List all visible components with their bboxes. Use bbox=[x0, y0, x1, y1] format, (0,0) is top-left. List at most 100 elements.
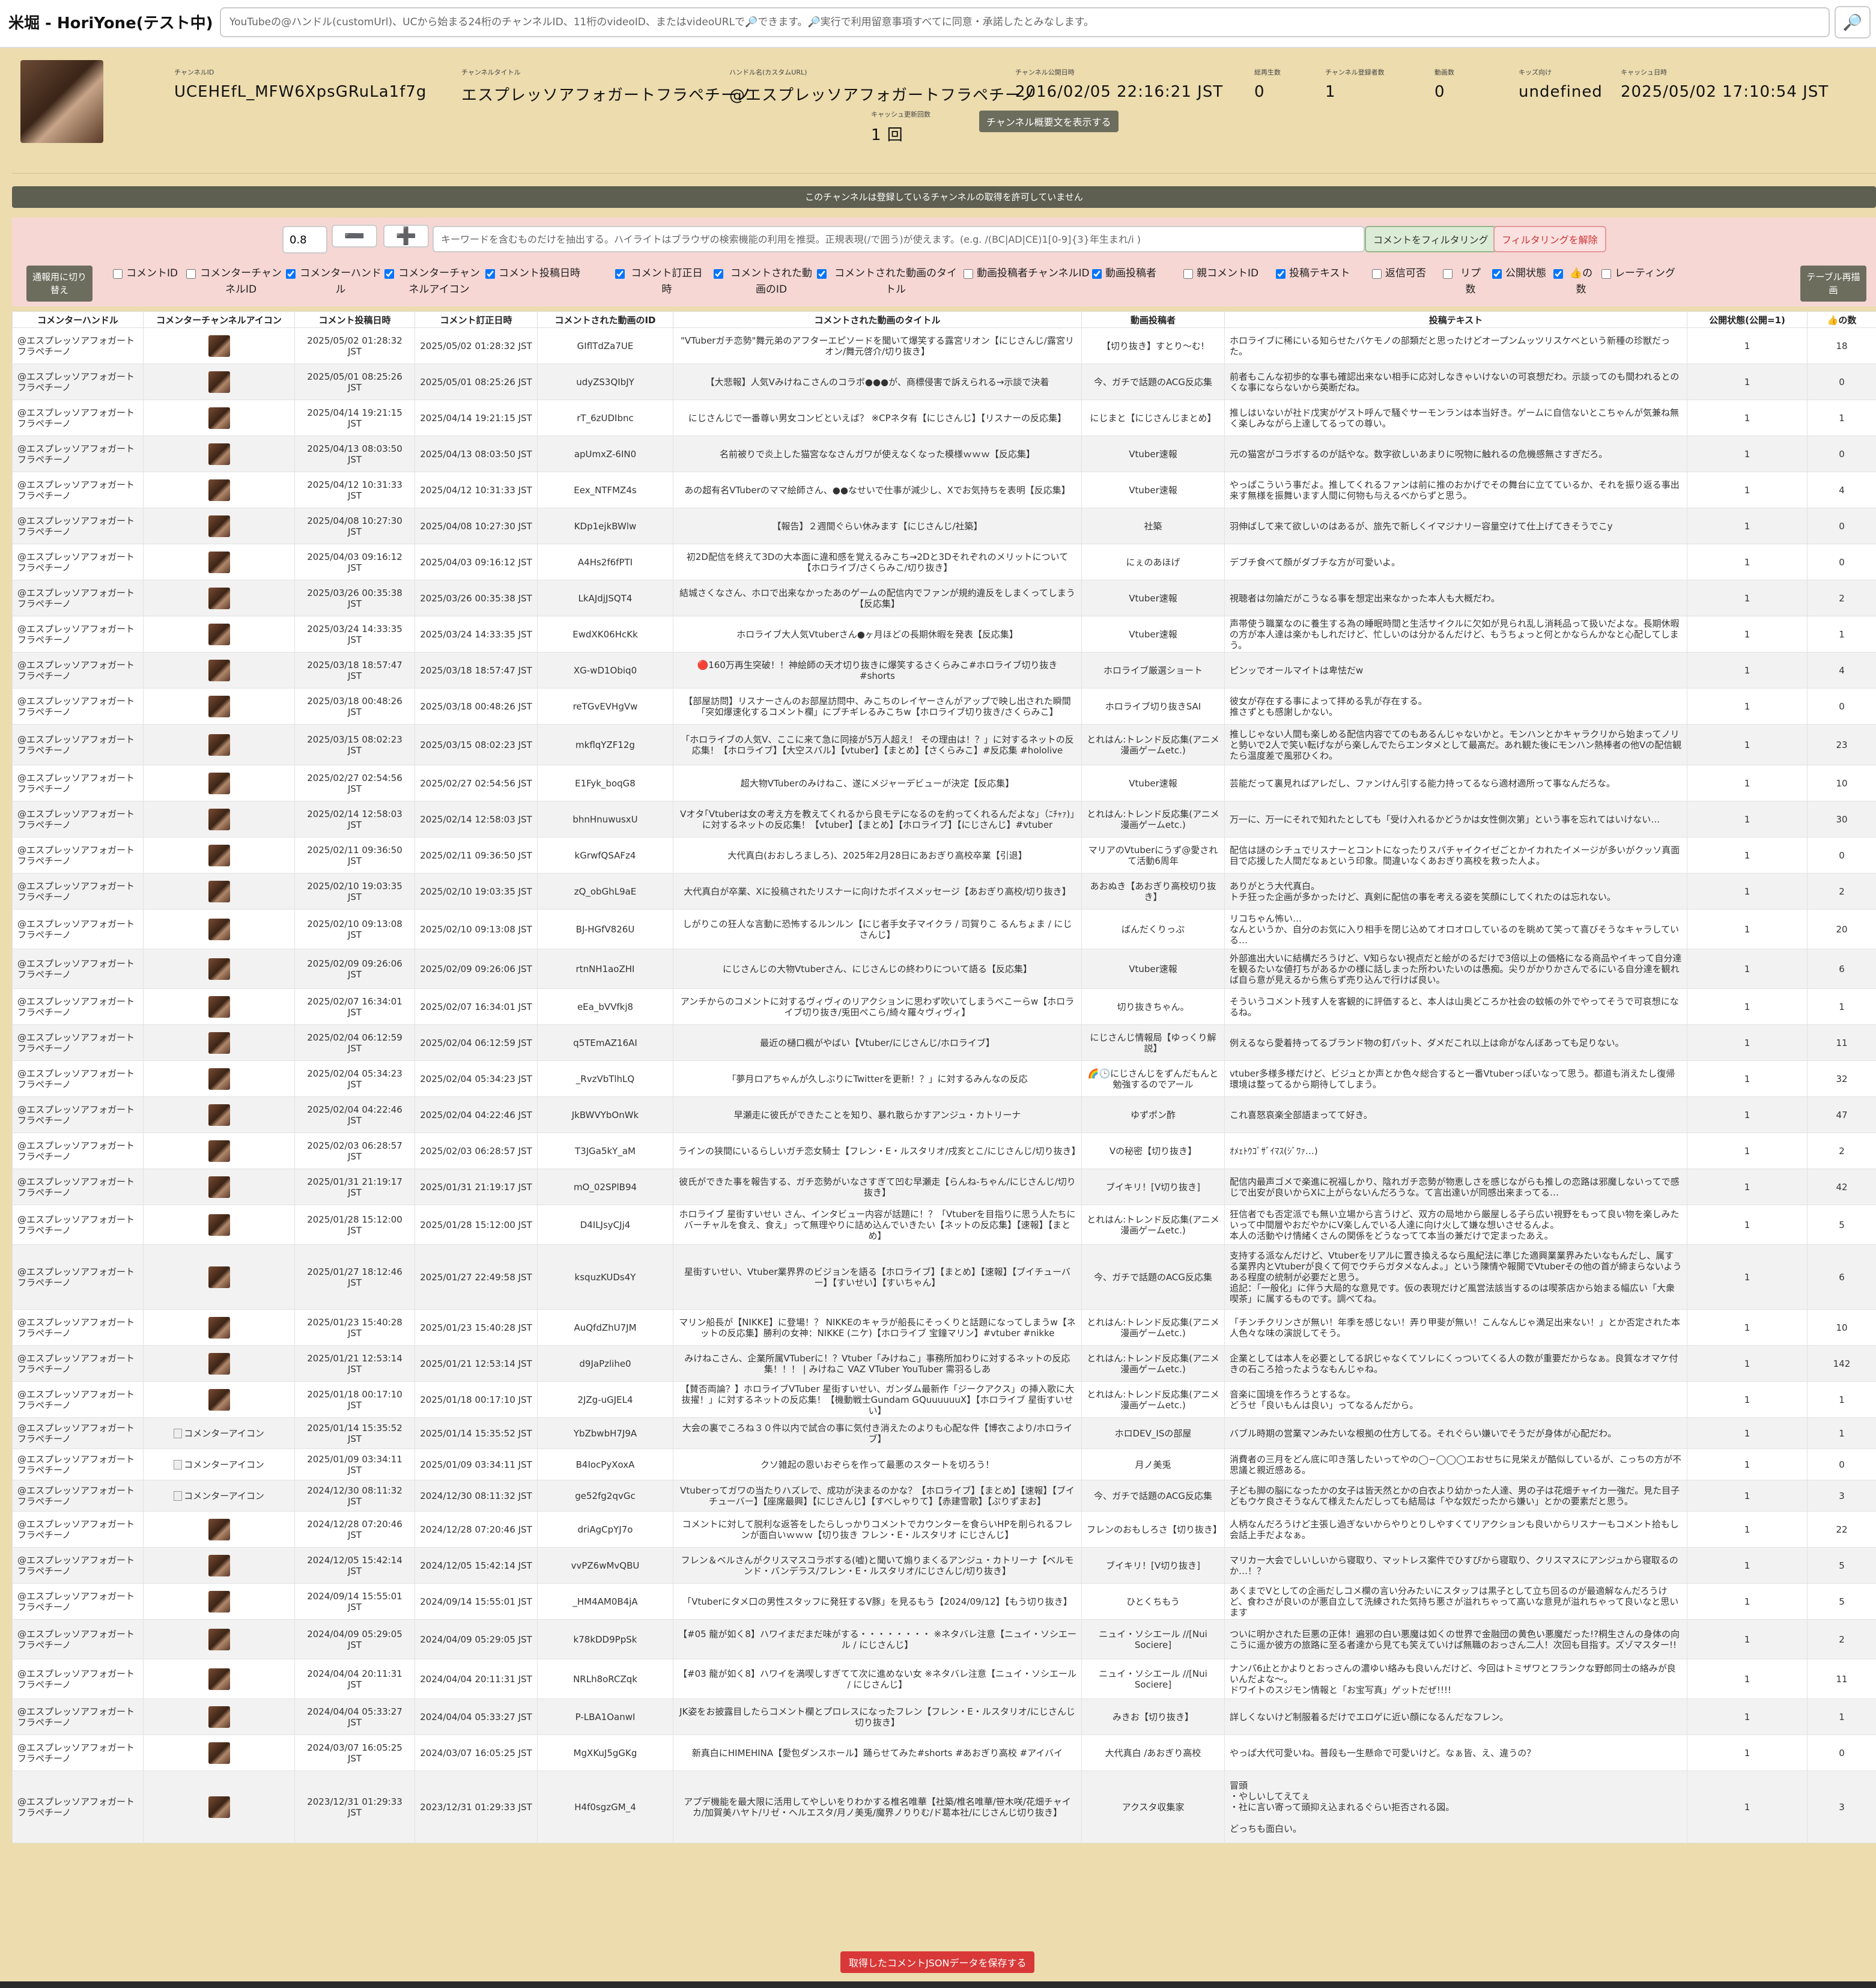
commenter-avatar-icon bbox=[208, 1316, 230, 1339]
column-toggle-checkbox[interactable] bbox=[1372, 269, 1382, 279]
column-toggle-checkbox[interactable] bbox=[1492, 269, 1502, 279]
column-toggle[interactable]: コメンターチャンネルID bbox=[186, 266, 282, 304]
public-status-cell: 1 bbox=[1687, 400, 1808, 436]
column-toggle[interactable]: 動画投稿者チャンネルID bbox=[964, 266, 1090, 304]
header-commenter-icon[interactable]: コメンターチャンネルアイコン bbox=[143, 311, 295, 328]
filter-comments-button[interactable]: コメントをフィルタリング bbox=[1365, 226, 1497, 252]
like-count-cell: 2 bbox=[1807, 1619, 1876, 1659]
channel-published-label: チャンネル公開日時 bbox=[1015, 68, 1075, 76]
commenter-icon-cell bbox=[143, 327, 295, 364]
channel-title-label: チャンネルタイトル bbox=[461, 68, 521, 76]
column-toggle-label: コメント訂正日時 bbox=[631, 267, 703, 296]
header-video-title[interactable]: コメントされた動画のタイトル bbox=[673, 311, 1082, 328]
uploader-cell: ひとくちもう bbox=[1081, 1583, 1225, 1620]
keyword-filter-input[interactable] bbox=[433, 226, 1365, 252]
commenter-avatar-icon bbox=[208, 335, 230, 357]
search-button[interactable]: 🔎 bbox=[1835, 6, 1871, 38]
column-toggle-checkbox[interactable] bbox=[964, 269, 973, 279]
video-title-cell: マリン船長が【NIKKE】に登場！？ NIKKEのキャラが船長にそっくりと話題に… bbox=[673, 1309, 1082, 1346]
comment-text-cell: ナンパ6止とかよりとおっさんの濃ゆい絡みも良いんだけど、今回はトミザワとフランク… bbox=[1224, 1659, 1687, 1699]
table-row: @エスプレッソアフォガートフラペチーノ 2025/01/31 21:19:17 J… bbox=[12, 1169, 1876, 1205]
column-toggle[interactable]: コメントされた動画のタイトル bbox=[817, 266, 961, 304]
column-toggle-label: 公開状態 bbox=[1505, 267, 1546, 279]
column-toggle-checkbox[interactable] bbox=[714, 269, 723, 279]
column-toggle-checkbox[interactable] bbox=[817, 269, 827, 279]
column-toggle[interactable]: コメント投稿日時 bbox=[485, 266, 606, 304]
column-toggle[interactable]: 投稿テキスト bbox=[1276, 266, 1366, 304]
show-summary-button[interactable]: チャンネル概要文を表示する bbox=[979, 111, 1119, 132]
redraw-table-button[interactable]: テーブル再描画 bbox=[1800, 266, 1866, 302]
ratio-input[interactable] bbox=[282, 226, 327, 254]
column-toggle[interactable]: コメンターハンドル bbox=[286, 266, 382, 304]
header-public-status[interactable]: 公開状態(公開=1) bbox=[1687, 311, 1808, 328]
column-toggle-checkbox[interactable] bbox=[186, 269, 196, 279]
header-commenter-handle[interactable]: コメンターハンドル bbox=[12, 311, 144, 328]
channel-published-value: 2016/02/05 22:16:21 JST bbox=[1015, 83, 1224, 101]
video-id-cell: 2JZg-uGJEL4 bbox=[537, 1381, 673, 1418]
commenter-icon-cell bbox=[143, 580, 295, 616]
like-count-cell: 1 bbox=[1807, 400, 1876, 436]
notice-bar: このチャンネルは登録しているチャンネルの取得を許可していません bbox=[12, 186, 1876, 208]
search-input[interactable] bbox=[220, 7, 1830, 37]
posted-date-cell: 2025/02/03 06:28:57 JST bbox=[294, 1132, 415, 1169]
column-toggle-checkbox[interactable] bbox=[1601, 269, 1611, 279]
comment-text-cell: 子ども脚の脳になったかの女子は皆天然とかの白衣より幼かった人達、男の子は花畑チャ… bbox=[1224, 1480, 1687, 1512]
channel-id-block: チャンネルID UCEHEfL_MFW6XpsGRuLa1f7g bbox=[174, 67, 427, 101]
commenter-handle-cell: @エスプレッソアフォガートフラペチーノ bbox=[12, 1309, 144, 1346]
posted-date-cell: 2025/02/07 16:34:01 JST bbox=[294, 988, 415, 1025]
column-toggle[interactable]: 👍の数 bbox=[1553, 266, 1595, 304]
video-title-cell: 【#05 龍が如く8】ハワイまだまだ味がする・・・・・・・・ ※ネタバレ注意【ニ… bbox=[673, 1619, 1082, 1659]
column-toggle[interactable]: 返信可否 bbox=[1372, 266, 1438, 304]
column-toggle[interactable]: コメントされた動画のID bbox=[714, 266, 816, 304]
filter-panel: ➖ ➕ コメントをフィルタリング フィルタリングを解除 通報用に切り替え コメン… bbox=[12, 217, 1876, 306]
zoom-in-button[interactable]: ➕ bbox=[383, 225, 429, 248]
column-toggle[interactable]: レーティング bbox=[1601, 266, 1680, 304]
column-toggle-checkbox[interactable] bbox=[485, 269, 495, 279]
column-toggle[interactable]: コメントID bbox=[113, 266, 179, 304]
column-toggle[interactable]: 公開状態 bbox=[1492, 266, 1546, 304]
commenter-icon-cell bbox=[143, 873, 295, 910]
zoom-out-button[interactable]: ➖ bbox=[332, 225, 377, 248]
report-mode-button[interactable]: 通報用に切り替え bbox=[26, 266, 93, 302]
video-id-cell: mO_02SPlB94 bbox=[537, 1169, 673, 1205]
header-uploader[interactable]: 動画投稿者 bbox=[1081, 311, 1225, 328]
posted-date-cell: 2025/04/13 08:03:50 JST bbox=[294, 436, 415, 472]
header-like-count[interactable]: 👍の数 bbox=[1807, 311, 1876, 328]
header-posted-date[interactable]: コメント投稿日時 bbox=[294, 311, 415, 328]
column-toggle-checkbox[interactable] bbox=[615, 269, 625, 279]
column-toggle-checkbox[interactable] bbox=[1092, 269, 1102, 279]
column-toggle-checkbox[interactable] bbox=[113, 269, 123, 279]
commenter-avatar-icon bbox=[208, 1590, 230, 1613]
column-toggle[interactable]: 親コメントID bbox=[1183, 266, 1267, 304]
header-comment-text[interactable]: 投稿テキスト bbox=[1224, 311, 1687, 328]
posted-date-cell: 2025/01/27 18:12:46 JST bbox=[294, 1244, 415, 1310]
comment-text-cell: 芸能だって裏見ればアレだし、ファンけん引する能力持ってるなら適材適所って事なんだ… bbox=[1224, 765, 1687, 801]
column-toggle[interactable]: コメンターチャンネルアイコン bbox=[384, 266, 481, 304]
comment-text-cell: デブチ食べて顔がダブチな方が可愛いよ。 bbox=[1224, 544, 1687, 580]
public-status-cell: 1 bbox=[1687, 1511, 1808, 1548]
header-video-id[interactable]: コメントされた動画のID bbox=[537, 311, 673, 328]
uploader-cell: ばんだくりっぷ bbox=[1081, 909, 1225, 949]
commenter-icon-cell bbox=[143, 1698, 295, 1735]
column-toggle-checkbox[interactable] bbox=[1183, 269, 1193, 279]
column-toggle-checkbox[interactable] bbox=[1443, 269, 1453, 279]
video-title-cell: JK姿をお披露目したらコメント欄とプロレスになったフレン【フレン・E・ルスタリオ… bbox=[673, 1698, 1082, 1735]
save-json-button[interactable]: 取得したコメントJSONデータを保存する bbox=[840, 1951, 1035, 1973]
column-toggle[interactable]: リプ数 bbox=[1443, 266, 1485, 304]
commenter-avatar-icon bbox=[208, 371, 230, 393]
edited-date-cell: 2025/04/08 10:27:30 JST bbox=[414, 508, 538, 544]
channel-avatar bbox=[20, 60, 103, 143]
column-toggle[interactable]: コメント訂正日時 bbox=[615, 266, 705, 304]
clear-filter-button[interactable]: フィルタリングを解除 bbox=[1493, 226, 1606, 252]
comment-text-cell: ｵﾒｪﾄｳｺﾞｻﾞｲﾏｽ(ｼﾞﾜｧ…) bbox=[1224, 1132, 1687, 1169]
video-title-cell: ホロライブ 星街すいせい さん、インタビュー内容が話題に！？「Vtuberを目指… bbox=[673, 1205, 1082, 1245]
like-count-cell: 0 bbox=[1807, 1448, 1876, 1480]
column-toggle[interactable]: 動画投稿者 bbox=[1092, 266, 1176, 304]
column-toggle-checkbox[interactable] bbox=[286, 269, 296, 279]
column-toggle-checkbox[interactable] bbox=[384, 269, 394, 279]
column-toggle-checkbox[interactable] bbox=[1276, 269, 1286, 279]
edited-date-cell: 2025/05/02 01:28:32 JST bbox=[414, 327, 538, 364]
header-edited-date[interactable]: コメント訂正日時 bbox=[414, 311, 538, 328]
column-toggle-checkbox[interactable] bbox=[1553, 269, 1563, 279]
posted-date-cell: 2025/02/14 12:58:03 JST bbox=[294, 801, 415, 837]
